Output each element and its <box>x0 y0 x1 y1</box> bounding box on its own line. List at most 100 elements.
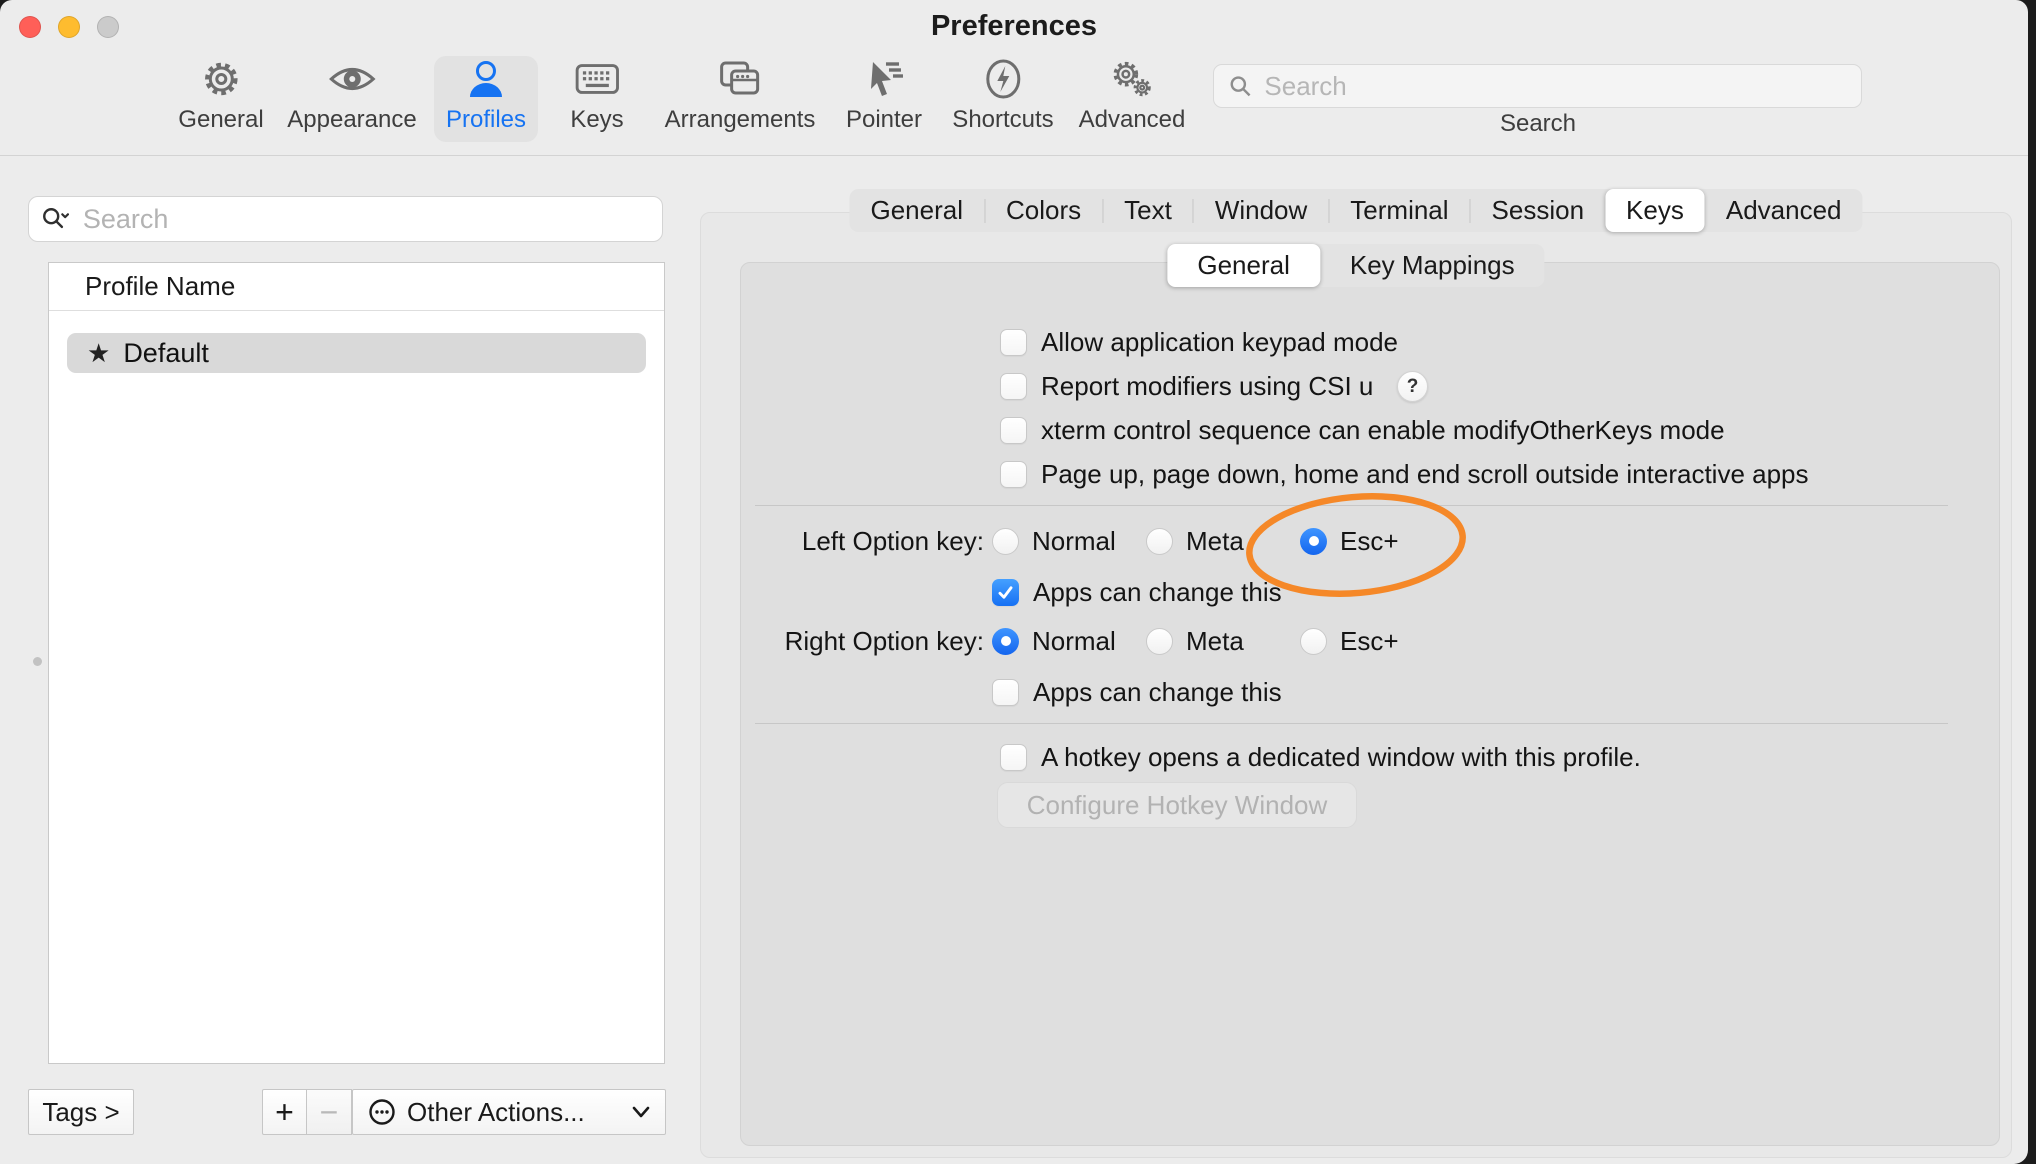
toolbar-item-arrangements[interactable]: Arrangements <box>665 54 816 134</box>
window-title: Preferences <box>0 10 2028 43</box>
tab-colors[interactable]: Colors <box>985 189 1102 232</box>
radio-left-normal: Normal <box>992 523 1116 559</box>
radio-label[interactable]: Meta <box>1186 526 1244 557</box>
checkbox-label[interactable]: Apps can change this <box>1033 677 1282 708</box>
other-actions-label: Other Actions... <box>407 1097 621 1128</box>
checkbox-label[interactable]: Allow application keypad mode <box>1041 327 1398 358</box>
checkbox-hotkey-window[interactable] <box>1000 744 1027 771</box>
profile-search-field[interactable] <box>28 196 663 242</box>
toolbar-search-caption: Search <box>1500 110 1576 138</box>
subtab-key-mappings[interactable]: Key Mappings <box>1320 244 1545 287</box>
radio-label[interactable]: Esc+ <box>1340 526 1399 557</box>
preferences-window: Preferences General Appearance Pro <box>0 0 2028 1164</box>
screenshot-stage: Preferences General Appearance Pro <box>0 0 2036 1164</box>
checkbox-row: Apps can change this <box>992 674 1282 710</box>
toolbar-search-input[interactable] <box>1262 70 1847 103</box>
gear-icon <box>196 54 246 104</box>
toolbar-item-shortcuts[interactable]: Shortcuts <box>952 54 1053 134</box>
toolbar-item-label: Shortcuts <box>952 106 1053 134</box>
person-icon <box>461 54 511 104</box>
toolbar-item-keys[interactable]: Keys <box>570 54 623 134</box>
ellipsis-circle-icon <box>367 1097 397 1127</box>
checkbox-label[interactable]: Page up, page down, home and end scroll … <box>1041 459 1809 490</box>
eye-icon <box>327 54 377 104</box>
profile-list-header: Profile Name <box>49 263 664 311</box>
toolbar-item-label: Arrangements <box>665 106 816 134</box>
tab-terminal[interactable]: Terminal <box>1329 189 1469 232</box>
other-actions-dropdown[interactable]: Other Actions... <box>352 1089 666 1135</box>
radio-button-selected[interactable] <box>992 628 1019 655</box>
checkbox-label[interactable]: Report modifiers using CSI u <box>1041 371 1373 402</box>
checkbox-page-scroll[interactable] <box>1000 461 1027 488</box>
toolbar-item-label: Appearance <box>287 106 416 134</box>
checkbox-label[interactable]: A hotkey opens a dedicated window with t… <box>1041 742 1641 773</box>
star-icon: ★ <box>87 338 110 369</box>
profile-search-input[interactable] <box>81 203 650 236</box>
gears-icon <box>1107 54 1157 104</box>
toolbar-item-label: Keys <box>570 106 623 134</box>
add-profile-button[interactable]: + <box>262 1089 307 1135</box>
tab-keys[interactable]: Keys <box>1605 189 1705 232</box>
section-separator <box>755 505 1948 506</box>
tab-text[interactable]: Text <box>1103 189 1193 232</box>
profile-row-default[interactable]: ★ Default <box>67 333 646 373</box>
pane-resize-handle[interactable] <box>33 657 42 666</box>
configure-hotkey-window-button[interactable]: Configure Hotkey Window <box>997 782 1357 828</box>
checkbox-row: Allow application keypad mode <box>1000 324 1398 360</box>
radio-label[interactable]: Meta <box>1186 626 1244 657</box>
toolbar-item-profiles[interactable]: Profiles <box>446 54 526 134</box>
search-icon <box>1228 73 1252 99</box>
toolbar-item-appearance[interactable]: Appearance <box>287 54 416 134</box>
checkbox-modify-other-keys[interactable] <box>1000 417 1027 444</box>
windows-icon <box>715 54 765 104</box>
checkbox-left-apps-change-checked[interactable] <box>992 579 1019 606</box>
add-remove-group: + − <box>262 1089 352 1135</box>
radio-label[interactable]: Esc+ <box>1340 626 1399 657</box>
tab-advanced[interactable]: Advanced <box>1705 189 1863 232</box>
checkbox-csi-u[interactable] <box>1000 373 1027 400</box>
checkbox-row: Apps can change this <box>992 574 1282 610</box>
toolbar-separator <box>0 155 2028 156</box>
checkbox-right-apps-change[interactable] <box>992 679 1019 706</box>
subtab-general[interactable]: General <box>1167 244 1320 287</box>
radio-button[interactable] <box>1300 628 1327 655</box>
checkbox-label[interactable]: Apps can change this <box>1033 577 1282 608</box>
remove-profile-button[interactable]: − <box>307 1089 352 1135</box>
toolbar-item-label: Pointer <box>846 106 922 134</box>
profile-name: Default <box>123 338 209 369</box>
checkbox-label[interactable]: xterm control sequence can enable modify… <box>1041 415 1725 446</box>
keys-subtabs: General Key Mappings <box>1167 244 1544 287</box>
tab-session[interactable]: Session <box>1471 189 1606 232</box>
help-button[interactable]: ? <box>1397 371 1428 402</box>
radio-right-esc: Esc+ <box>1300 623 1399 659</box>
radio-button-selected[interactable] <box>1300 528 1327 555</box>
radio-button[interactable] <box>992 528 1019 555</box>
toolbar-search-field[interactable] <box>1213 64 1862 108</box>
radio-left-esc: Esc+ <box>1300 523 1399 559</box>
left-option-key-label: Left Option key: <box>684 523 984 559</box>
radio-right-normal: Normal <box>992 623 1116 659</box>
chevron-down-icon <box>631 1105 651 1119</box>
toolbar-item-label: Advanced <box>1079 106 1186 134</box>
radio-label[interactable]: Normal <box>1032 526 1116 557</box>
radio-label[interactable]: Normal <box>1032 626 1116 657</box>
toolbar-item-label: Profiles <box>446 106 526 134</box>
section-separator <box>755 723 1948 724</box>
tab-general[interactable]: General <box>849 189 984 232</box>
tags-button[interactable]: Tags > <box>28 1089 134 1135</box>
toolbar-item-pointer[interactable]: Pointer <box>846 54 922 134</box>
profile-list: Profile Name ★ Default <box>48 262 665 1064</box>
checkbox-row: Page up, page down, home and end scroll … <box>1000 456 1809 492</box>
checkbox-row: A hotkey opens a dedicated window with t… <box>1000 739 1641 775</box>
tab-window[interactable]: Window <box>1194 189 1328 232</box>
cursor-icon <box>859 54 909 104</box>
radio-right-meta: Meta <box>1146 623 1244 659</box>
radio-button[interactable] <box>1146 628 1173 655</box>
profile-section-tabs: General Colors Text Window Terminal Sess… <box>849 189 1862 232</box>
checkbox-allow-keypad[interactable] <box>1000 329 1027 356</box>
radio-button[interactable] <box>1146 528 1173 555</box>
checkbox-row: Report modifiers using CSI u <box>1000 368 1373 404</box>
toolbar-item-advanced[interactable]: Advanced <box>1079 54 1186 134</box>
toolbar-item-general[interactable]: General <box>178 54 263 134</box>
checkbox-row: xterm control sequence can enable modify… <box>1000 412 1725 448</box>
